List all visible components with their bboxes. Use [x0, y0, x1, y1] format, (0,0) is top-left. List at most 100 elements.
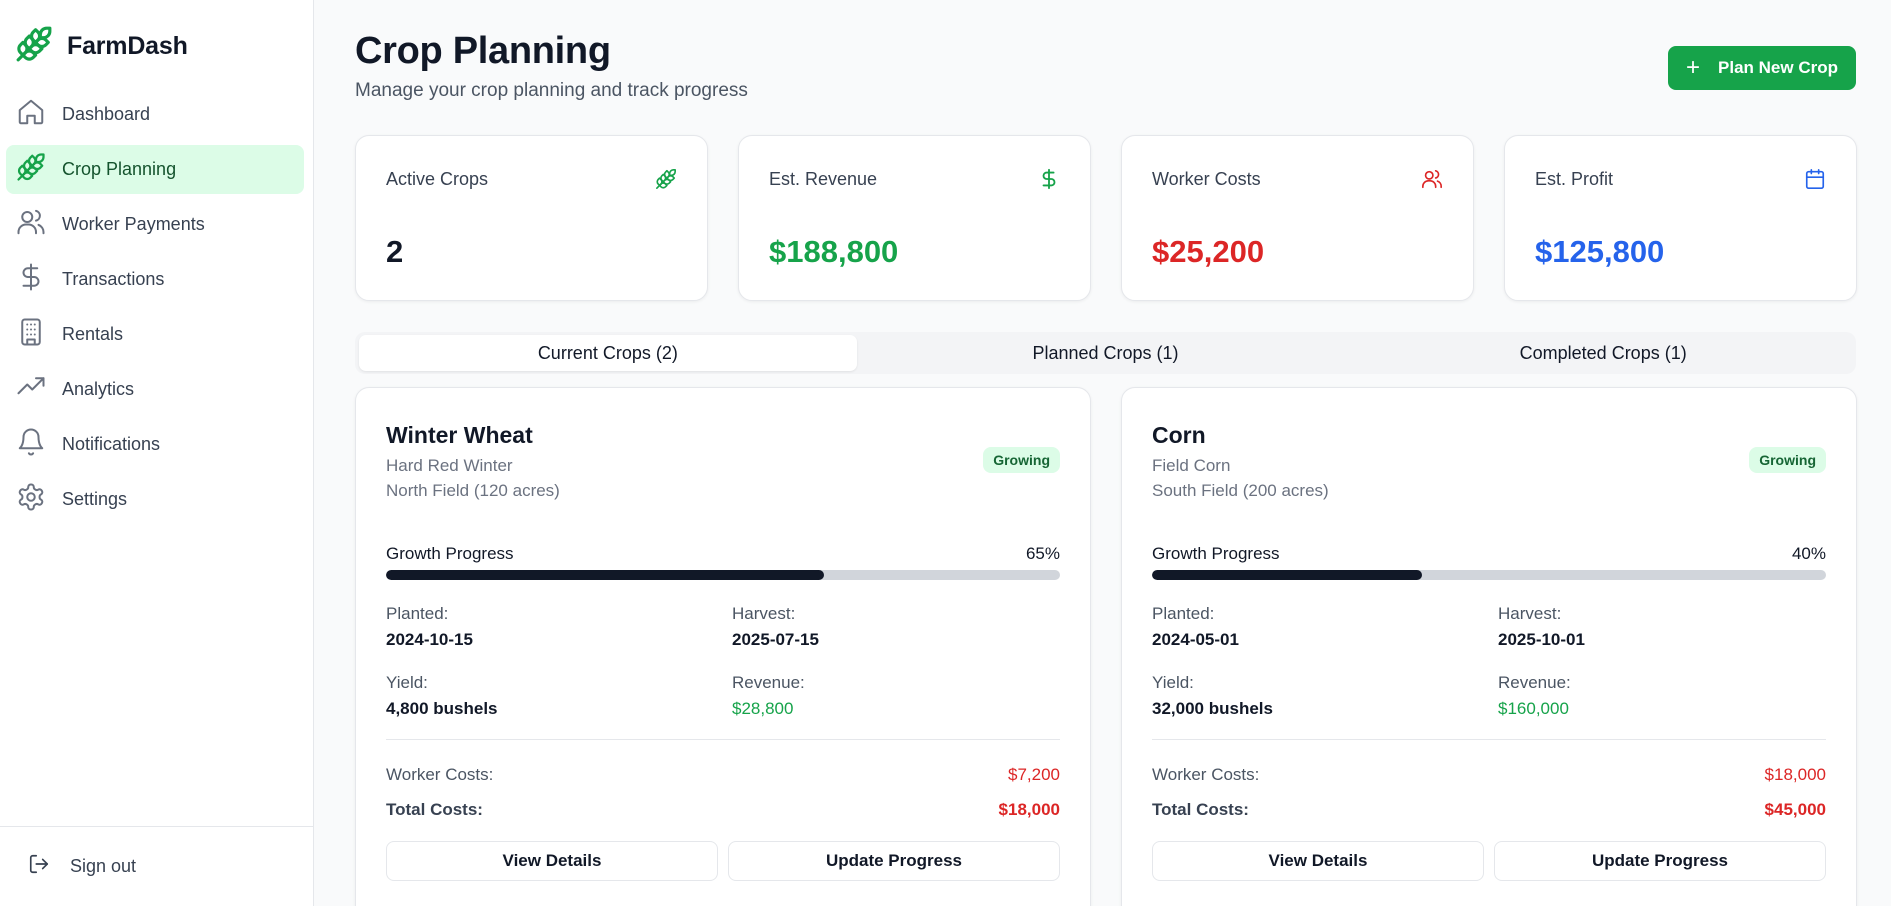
stat-value: $125,800	[1535, 234, 1665, 269]
sidebar-item-crop-planning[interactable]: Crop Planning	[6, 145, 304, 194]
users-icon	[16, 207, 46, 242]
yield-value: 4,800 bushels	[386, 699, 498, 718]
harvest-label: Harvest:	[732, 604, 796, 623]
stat-card-est-revenue: Est. Revenue $188,800	[738, 135, 1091, 301]
worker-costs-label: Worker Costs:	[386, 765, 494, 784]
harvest-detail: Harvest: 2025-10-01	[1498, 604, 1585, 650]
plus-icon: +	[1686, 54, 1701, 81]
wheat-icon	[16, 152, 46, 187]
page-subtitle: Manage your crop planning and track prog…	[355, 80, 748, 101]
sidebar-item-notifications[interactable]: Notifications	[6, 420, 304, 469]
divider	[386, 739, 1060, 740]
update-progress-button[interactable]: Update Progress	[1494, 841, 1826, 881]
total-costs-value: $45,000	[1764, 800, 1826, 819]
worker-costs-row: Worker Costs: $7,200	[386, 765, 1060, 785]
worker-costs-row: Worker Costs: $18,000	[1152, 765, 1826, 785]
wheat-icon	[655, 168, 677, 190]
sidebar-item-label: Settings	[62, 489, 128, 509]
dollar-icon	[1038, 168, 1060, 190]
tab-current-crops[interactable]: Current Crops (2)	[359, 335, 857, 371]
status-badge: Growing	[1749, 447, 1826, 473]
harvest-date: 2025-10-01	[1498, 630, 1585, 649]
stat-label: Est. Profit	[1535, 169, 1614, 189]
worker-costs-value: $18,000	[1764, 765, 1826, 784]
users-icon	[1421, 168, 1443, 190]
stats-row: Active Crops 2 Est. Revenue $188,800 Wor…	[355, 135, 1857, 301]
calendar-icon	[1804, 168, 1826, 190]
growth-progress-label: Growth Progress	[386, 544, 514, 563]
update-progress-button[interactable]: Update Progress	[728, 841, 1060, 881]
harvest-label: Harvest:	[1498, 604, 1562, 623]
stat-value: $188,800	[769, 234, 899, 269]
yield-value: 32,000 bushels	[1152, 699, 1273, 718]
worker-costs-value: $7,200	[1008, 765, 1060, 784]
crop-card-winter-wheat: Winter Wheat Hard Red Winter North Field…	[355, 387, 1091, 906]
building-icon	[16, 317, 46, 352]
view-details-button[interactable]: View Details	[1152, 841, 1484, 881]
sidebar-item-label: Transactions	[62, 269, 165, 289]
planted-detail: Planted: 2024-05-01	[1152, 604, 1239, 650]
trending-up-icon	[16, 372, 46, 407]
growth-progress-fill	[1152, 570, 1422, 580]
revenue-detail: Revenue: $28,800	[732, 673, 805, 719]
status-badge: Growing	[983, 447, 1060, 473]
sidebar-item-rentals[interactable]: Rentals	[6, 310, 304, 359]
crop-card-corn: Corn Field Corn South Field (200 acres) …	[1121, 387, 1857, 906]
total-costs-row: Total Costs: $45,000	[1152, 800, 1826, 820]
plan-new-crop-button[interactable]: + Plan New Crop	[1668, 46, 1856, 90]
yield-detail: Yield: 32,000 bushels	[1152, 673, 1273, 719]
revenue-value: $160,000	[1498, 699, 1569, 718]
total-costs-label: Total Costs:	[1152, 800, 1249, 819]
crop-field: South Field (200 acres)	[1152, 481, 1329, 500]
sidebar-nav: Dashboard Crop Planning Worker Payments …	[6, 90, 304, 530]
sidebar-item-label: Crop Planning	[62, 159, 177, 179]
growth-progress-fill	[386, 570, 825, 580]
sidebar-item-settings[interactable]: Settings	[6, 475, 304, 524]
stat-card-worker-costs: Worker Costs $25,200	[1121, 135, 1474, 301]
sidebar-item-label: Notifications	[62, 434, 161, 454]
sidebar-item-dashboard[interactable]: Dashboard	[6, 90, 304, 139]
dollar-icon	[16, 262, 46, 297]
growth-progress-label: Growth Progress	[1152, 544, 1280, 563]
revenue-label: Revenue:	[732, 673, 805, 692]
brand-logo[interactable]: FarmDash	[15, 24, 188, 69]
crop-tabs: Current Crops (2) Planned Crops (1) Comp…	[355, 332, 1856, 374]
sidebar-item-label: Dashboard	[62, 104, 151, 124]
planted-label: Planted:	[1152, 604, 1215, 623]
growth-progress-percent: 65%	[1025, 544, 1060, 563]
harvest-detail: Harvest: 2025-07-15	[732, 604, 819, 650]
sidebar-item-label: Rentals	[62, 324, 124, 344]
worker-costs-label: Worker Costs:	[1152, 765, 1260, 784]
crop-variety: Field Corn	[1152, 456, 1231, 475]
stat-card-est-profit: Est. Profit $125,800	[1504, 135, 1857, 301]
revenue-label: Revenue:	[1498, 673, 1571, 692]
planted-detail: Planted: 2024-10-15	[386, 604, 473, 650]
crop-variety: Hard Red Winter	[386, 456, 513, 475]
growth-progress-percent: 40%	[1791, 544, 1826, 563]
gear-icon	[16, 482, 46, 517]
brand-name: FarmDash	[67, 32, 188, 60]
home-icon	[16, 97, 46, 132]
tab-completed-crops[interactable]: Completed Crops (1)	[1354, 335, 1852, 371]
sign-out-button[interactable]: Sign out	[28, 853, 136, 880]
crop-name: Corn	[1152, 422, 1206, 448]
yield-detail: Yield: 4,800 bushels	[386, 673, 498, 719]
page-title: Crop Planning	[355, 30, 611, 72]
planted-date: 2024-05-01	[1152, 630, 1239, 649]
wheat-icon	[15, 24, 53, 69]
sidebar-item-analytics[interactable]: Analytics	[6, 365, 304, 414]
view-details-button[interactable]: View Details	[386, 841, 718, 881]
sidebar-item-label: Worker Payments	[62, 214, 205, 234]
stat-label: Est. Revenue	[769, 169, 878, 189]
stat-label: Worker Costs	[1152, 169, 1261, 189]
logout-icon	[28, 853, 50, 880]
total-costs-value: $18,000	[998, 800, 1060, 819]
yield-label: Yield:	[1152, 673, 1194, 692]
stat-label: Active Crops	[386, 169, 489, 189]
sidebar-item-label: Analytics	[62, 379, 135, 399]
sign-out-label: Sign out	[70, 856, 137, 876]
sidebar: FarmDash Dashboard Crop Planning Worker …	[0, 0, 314, 906]
sidebar-item-transactions[interactable]: Transactions	[6, 255, 304, 304]
tab-planned-crops[interactable]: Planned Crops (1)	[857, 335, 1355, 371]
sidebar-item-worker-payments[interactable]: Worker Payments	[6, 200, 304, 249]
